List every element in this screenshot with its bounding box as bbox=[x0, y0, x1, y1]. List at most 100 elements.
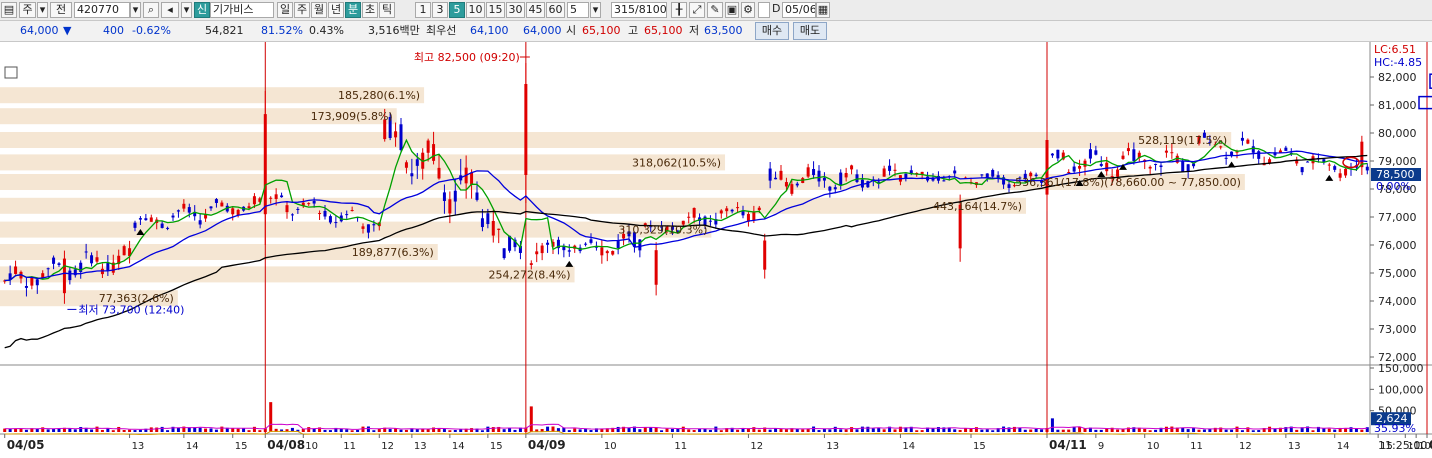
candle-body bbox=[263, 114, 267, 215]
price-chart[interactable]: 82,00081,00080,00079,00078,00077,00076,0… bbox=[0, 42, 1432, 458]
search-icon[interactable]: ⌕ bbox=[143, 2, 159, 18]
period-tab[interactable]: 초 bbox=[362, 2, 378, 18]
change-percent: -0.62% bbox=[132, 24, 171, 37]
draw-icon[interactable]: ✎ bbox=[707, 2, 723, 18]
volume-bar bbox=[252, 426, 256, 432]
volume-bar bbox=[399, 429, 403, 432]
volume-profile-bar bbox=[0, 221, 712, 238]
interval-tab[interactable]: 5 bbox=[449, 2, 465, 18]
candle-body bbox=[497, 228, 501, 230]
candle-body bbox=[480, 218, 484, 228]
interval-tab[interactable]: 3 bbox=[432, 2, 448, 18]
count-input[interactable]: 5 bbox=[567, 2, 589, 18]
volume-bar bbox=[122, 429, 126, 432]
save-icon[interactable]: ▣ bbox=[725, 2, 739, 18]
period-tab[interactable]: 월 bbox=[311, 2, 327, 18]
candle-body bbox=[1164, 150, 1168, 153]
candle-body bbox=[46, 268, 50, 270]
volume-bar bbox=[480, 430, 484, 432]
candle-body bbox=[149, 217, 153, 222]
volume-bar bbox=[128, 429, 132, 432]
volume-ratio: 81.52% bbox=[261, 24, 303, 37]
candle-body bbox=[1240, 137, 1244, 141]
candle-body bbox=[30, 277, 34, 286]
chevron-down-icon[interactable]: ▾ bbox=[130, 2, 141, 18]
sell-button[interactable]: 매도 bbox=[793, 22, 827, 40]
time-tick-label: 11 bbox=[1190, 441, 1203, 452]
chevron-down-icon[interactable]: ▾ bbox=[590, 2, 601, 18]
candle-body bbox=[638, 239, 642, 251]
period-tab[interactable]: 주 bbox=[294, 2, 310, 18]
candle-body bbox=[741, 211, 745, 216]
low-label: 저 bbox=[689, 24, 700, 37]
volume-bar bbox=[95, 426, 99, 432]
volume-bar bbox=[453, 429, 457, 432]
volume-bar bbox=[204, 428, 208, 432]
time-tick-label: 04/09 bbox=[528, 438, 566, 452]
volume-bar bbox=[676, 428, 680, 432]
buy-button[interactable]: 매수 bbox=[755, 22, 789, 40]
volume-profile-label: 443,164(14.7%) bbox=[933, 200, 1022, 213]
interval-tab[interactable]: 15 bbox=[486, 2, 505, 18]
period-tab[interactable]: 일 bbox=[277, 2, 293, 18]
gear-icon[interactable]: ⚙ bbox=[741, 2, 755, 18]
candle-body bbox=[491, 220, 495, 236]
candle-body bbox=[1056, 149, 1060, 159]
candle-body bbox=[68, 270, 72, 281]
time-tick-label: 14 bbox=[452, 441, 465, 452]
interval-tab[interactable]: 60 bbox=[546, 2, 565, 18]
candle-body bbox=[980, 174, 984, 176]
interval-tab[interactable]: 30 bbox=[506, 2, 525, 18]
volume-bar bbox=[1333, 429, 1337, 432]
candle-body bbox=[985, 173, 989, 178]
candle-body bbox=[529, 263, 533, 265]
volume-bar bbox=[258, 430, 262, 432]
candle-body bbox=[1094, 150, 1098, 155]
volume-bar bbox=[974, 427, 978, 432]
period-tab[interactable]: 분 bbox=[345, 2, 361, 18]
hc-label: HC:-4.85 bbox=[1374, 56, 1422, 69]
volume-bar bbox=[1148, 430, 1152, 432]
interval-tab[interactable]: 1 bbox=[415, 2, 431, 18]
low-annotation: 최저 73,700 (12:40) bbox=[78, 303, 184, 316]
volume-bar bbox=[1034, 428, 1038, 432]
candle-body bbox=[432, 144, 436, 161]
date-input[interactable]: 05/06 bbox=[782, 2, 816, 18]
interval-tab[interactable]: 45 bbox=[526, 2, 545, 18]
time-tick-label: 13 bbox=[1288, 441, 1301, 452]
volume-bar bbox=[768, 429, 772, 432]
candle-body bbox=[209, 206, 213, 209]
candle-body bbox=[290, 214, 294, 216]
zoom-icon[interactable]: ⤢ bbox=[689, 2, 705, 18]
candle-body bbox=[784, 182, 788, 187]
candle-body bbox=[475, 192, 479, 200]
stock-code-input[interactable]: 420770 bbox=[74, 2, 130, 18]
date-checkbox[interactable] bbox=[758, 2, 770, 18]
period-tab[interactable]: 틱 bbox=[379, 2, 395, 18]
candle-icon[interactable]: ╂ bbox=[671, 2, 687, 18]
interval-tab[interactable]: 10 bbox=[466, 2, 485, 18]
candle-body bbox=[1344, 168, 1348, 176]
volume-bar bbox=[366, 426, 370, 432]
menu-icon[interactable]: ▤ bbox=[1, 2, 17, 18]
chevron-down-icon[interactable]: ▾ bbox=[37, 2, 48, 18]
volume-bar bbox=[1344, 428, 1348, 432]
candle-body bbox=[768, 168, 772, 181]
scope-select[interactable]: 전 bbox=[50, 2, 72, 18]
volume-tick-label: 150,000 bbox=[1378, 362, 1424, 375]
candle-body bbox=[14, 266, 18, 274]
volume-bar bbox=[991, 430, 995, 432]
candle-body bbox=[57, 263, 61, 265]
market-select[interactable]: 주 bbox=[19, 2, 36, 18]
volume-bar bbox=[470, 428, 474, 432]
candle-body bbox=[942, 180, 946, 182]
candle-body bbox=[220, 202, 224, 207]
chevron-down-icon[interactable]: ▾ bbox=[181, 2, 192, 18]
volume-bar bbox=[1251, 430, 1255, 432]
candle-body bbox=[133, 222, 137, 228]
speaker-icon[interactable]: ◂ bbox=[161, 2, 179, 18]
volume-bar bbox=[220, 426, 224, 432]
period-tab[interactable]: 년 bbox=[328, 2, 344, 18]
volume-bar bbox=[985, 429, 989, 432]
calendar-icon[interactable]: ▦ bbox=[816, 2, 830, 18]
